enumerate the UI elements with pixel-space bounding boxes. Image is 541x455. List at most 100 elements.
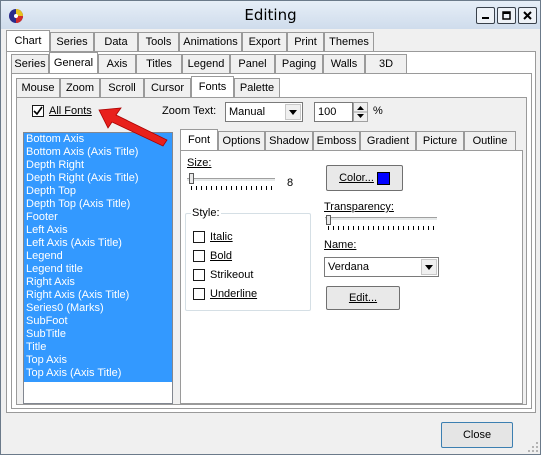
list-item[interactable]: Left Axis xyxy=(24,224,172,237)
tab-mouse[interactable]: Mouse xyxy=(16,78,60,97)
font-name-select[interactable]: Verdana xyxy=(324,257,439,277)
underline-checkbox[interactable] xyxy=(193,288,205,300)
slider-ticks xyxy=(191,186,275,190)
font-target-list[interactable]: Bottom Axis Bottom Axis (Axis Title) Dep… xyxy=(23,132,173,404)
title-bar: Editing xyxy=(1,1,540,29)
tab-walls[interactable]: Walls xyxy=(323,54,365,73)
edit-button-text: Edit... xyxy=(348,292,378,304)
general-subtabs: Mouse Zoom Scroll Cursor Fonts Palette xyxy=(16,76,286,97)
zoom-mode-select[interactable]: Manual xyxy=(225,102,303,122)
size-slider[interactable] xyxy=(185,173,277,190)
font-tab-panel: Size: 8 Style: Italic Bold Strikeout Und… xyxy=(180,150,523,404)
list-item[interactable]: Right Axis (Axis Title) xyxy=(24,289,172,302)
edit-button[interactable]: Edit... xyxy=(326,286,400,310)
list-item[interactable]: Series0 (Marks) xyxy=(24,302,172,315)
tab-themes[interactable]: Themes xyxy=(324,32,374,51)
tab-fonts[interactable]: Fonts xyxy=(191,76,234,97)
tab-panel[interactable]: Panel xyxy=(230,54,275,73)
underline-label: Underline xyxy=(210,288,257,300)
color-button-label: Color... xyxy=(339,172,374,184)
color-swatch xyxy=(376,171,390,185)
zoom-percent-input[interactable]: 100 xyxy=(314,102,353,122)
list-item[interactable]: SubTitle xyxy=(24,328,172,341)
tab-axis[interactable]: Axis xyxy=(98,54,136,73)
tab-options[interactable]: Options xyxy=(218,131,265,150)
list-item[interactable]: Right Axis xyxy=(24,276,172,289)
tab-animations[interactable]: Animations xyxy=(179,32,242,51)
list-item[interactable]: Depth Right xyxy=(24,159,172,172)
list-item[interactable]: Depth Right (Axis Title) xyxy=(24,172,172,185)
maximize-button[interactable] xyxy=(497,7,516,24)
list-item[interactable]: Footer xyxy=(24,211,172,224)
list-item[interactable]: Legend xyxy=(24,250,172,263)
resize-grip-icon[interactable] xyxy=(527,441,539,453)
percent-sign: % xyxy=(373,105,383,117)
italic-label: Italic xyxy=(210,231,233,243)
minimize-icon xyxy=(482,17,489,19)
dropdown-arrow-icon xyxy=(285,104,301,120)
tab-general[interactable]: General xyxy=(49,52,98,73)
list-item[interactable]: Depth Top xyxy=(24,185,172,198)
list-item[interactable]: Top Axis xyxy=(24,354,172,367)
list-item[interactable]: Left Axis (Axis Title) xyxy=(24,237,172,250)
close-icon xyxy=(523,11,532,20)
tab-scroll[interactable]: Scroll xyxy=(100,78,144,97)
list-item[interactable]: Title xyxy=(24,341,172,354)
size-label: Size: xyxy=(187,157,211,169)
tab-data[interactable]: Data xyxy=(94,32,138,51)
tab-print[interactable]: Print xyxy=(287,32,324,51)
tab-tools[interactable]: Tools xyxy=(138,32,179,51)
zoom-mode-value: Manual xyxy=(229,106,266,118)
underline-text: Underline xyxy=(210,288,258,300)
maximize-icon xyxy=(502,11,511,20)
list-item[interactable]: Depth Top (Axis Title) xyxy=(24,198,172,211)
tab-gradient[interactable]: Gradient xyxy=(360,131,416,150)
tab-legend[interactable]: Legend xyxy=(182,54,230,73)
close-button[interactable]: Close xyxy=(441,422,513,448)
italic-checkbox[interactable] xyxy=(193,231,205,243)
checkmark-icon xyxy=(33,106,43,116)
zoom-percent-value: 100 xyxy=(318,106,337,118)
close-window-button[interactable] xyxy=(518,7,537,24)
bold-checkbox[interactable] xyxy=(193,250,205,262)
name-label-text: Name: xyxy=(324,239,357,251)
tab-shadow[interactable]: Shadow xyxy=(265,131,313,150)
list-selection-fill xyxy=(24,380,172,382)
transparency-ticks xyxy=(328,226,436,230)
tab-series[interactable]: Series xyxy=(50,32,94,51)
zoom-spinner[interactable] xyxy=(353,102,368,122)
tab-outline[interactable]: Outline xyxy=(464,131,516,150)
all-fonts-checkbox[interactable] xyxy=(32,105,44,117)
tab-paging[interactable]: Paging xyxy=(275,54,323,73)
spinner-arrows-icon xyxy=(354,106,367,118)
tab-3d[interactable]: 3D xyxy=(365,54,407,73)
slider-thumb[interactable] xyxy=(189,173,194,184)
tab-export[interactable]: Export xyxy=(242,32,287,51)
list-item[interactable]: Legend title xyxy=(24,263,172,276)
tab-emboss[interactable]: Emboss xyxy=(313,131,360,150)
tab-cursor[interactable]: Cursor xyxy=(144,78,191,97)
color-button[interactable]: Color... xyxy=(326,165,403,191)
italic-text: Italic xyxy=(210,231,233,243)
list-item[interactable]: SubFoot xyxy=(24,315,172,328)
all-fonts-label: All Fonts xyxy=(49,105,92,117)
list-item[interactable]: Top Axis (Axis Title) xyxy=(24,367,172,380)
main-tabs: Chart Series Data Tools Animations Expor… xyxy=(6,30,536,51)
size-value: 8 xyxy=(287,177,294,189)
dropdown-arrow-icon xyxy=(421,259,437,275)
tab-zoom[interactable]: Zoom xyxy=(60,78,100,97)
tab-titles[interactable]: Titles xyxy=(136,54,182,73)
tab-chart[interactable]: Chart xyxy=(6,30,50,51)
tab-font[interactable]: Font xyxy=(180,129,218,150)
transparency-text: Transparency: xyxy=(324,201,394,213)
transparency-thumb[interactable] xyxy=(326,215,331,225)
tab-chart-series[interactable]: Series xyxy=(11,54,49,73)
chart-panel: Series General Axis Titles Legend Panel … xyxy=(6,51,536,413)
tab-palette[interactable]: Palette xyxy=(234,78,280,97)
strikeout-label: Strikeout xyxy=(210,269,254,281)
minimize-button[interactable] xyxy=(476,7,495,24)
tab-picture[interactable]: Picture xyxy=(416,131,464,150)
font-subtabs: Font Options Shadow Emboss Gradient Pict… xyxy=(180,129,525,150)
strikeout-checkbox[interactable] xyxy=(193,269,205,281)
transparency-slider[interactable] xyxy=(324,215,439,231)
